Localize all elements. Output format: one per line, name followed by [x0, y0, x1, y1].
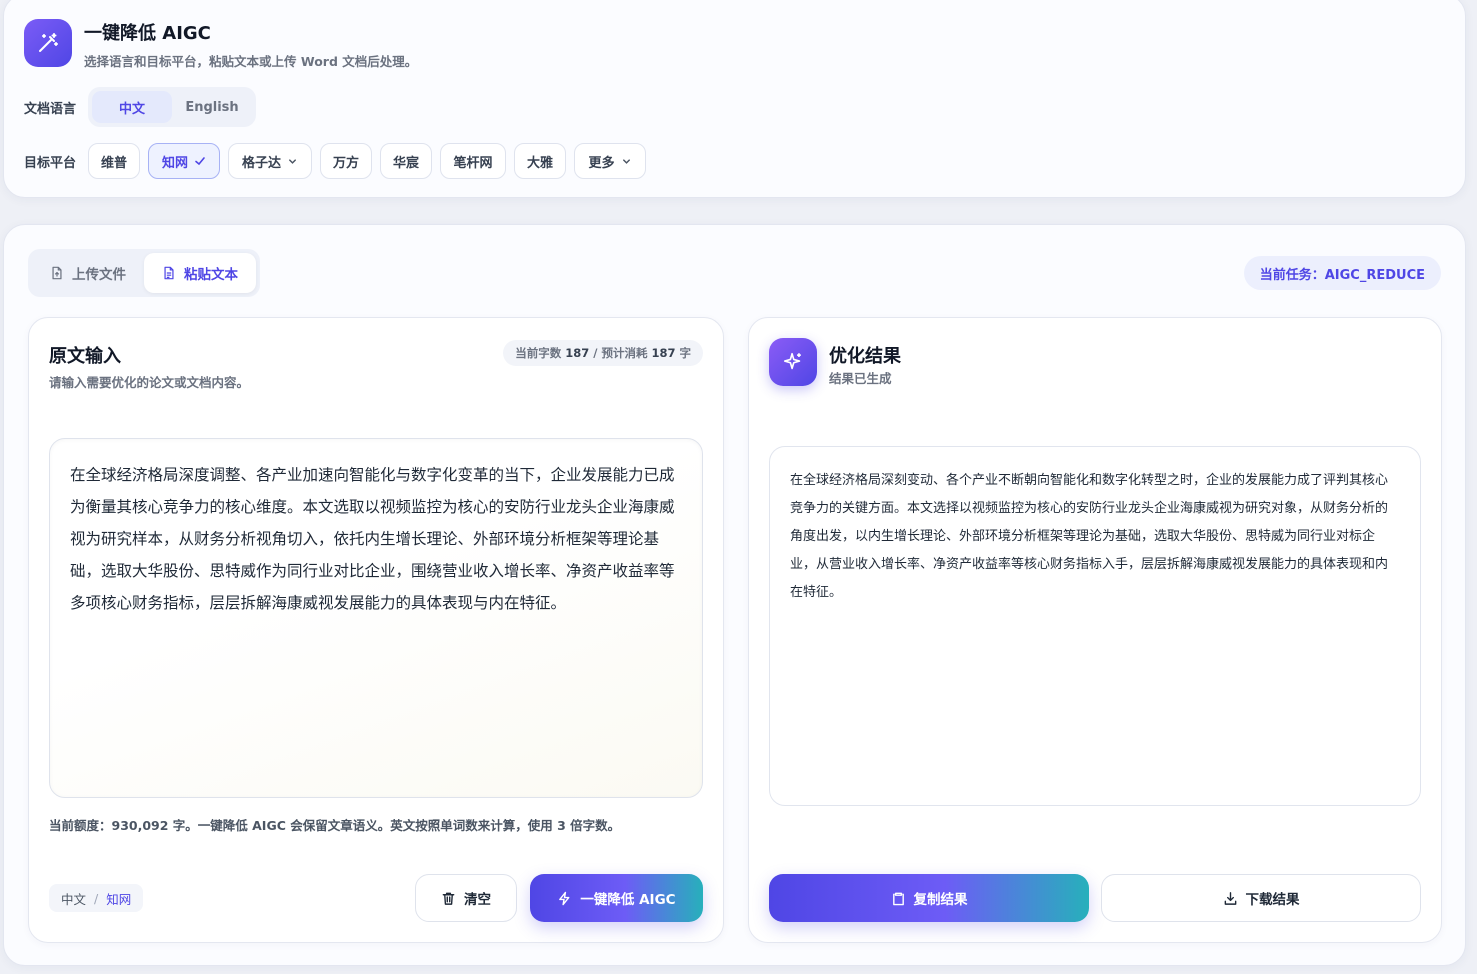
chip-label: 知网 [161, 155, 188, 171]
cost-unit: 字 [679, 346, 692, 360]
result-text-output[interactable]: 在全球经济格局深刻变动、各个产业不断朝向智能化和数字化转型之时，企业的发展能力成… [769, 446, 1421, 806]
cost-count: 187 [651, 346, 676, 360]
language-option-en[interactable]: English [172, 91, 252, 123]
crumb-platform: 知网 [106, 891, 132, 907]
tab-paste-text[interactable]: 粘贴文本 [144, 253, 256, 293]
current-task-badge: 当前任务：AIGC_REDUCE [1243, 256, 1441, 290]
lightning-icon [559, 891, 570, 905]
language-label: 文档语言 [24, 102, 77, 117]
language-segmented-control: 中文 English [88, 87, 256, 127]
tab-upload-file[interactable]: 上传文件 [32, 253, 144, 293]
tab-label: 上传文件 [72, 267, 126, 283]
chevron-down-icon [289, 158, 296, 164]
char-count: 187 [565, 346, 590, 360]
settings-card: 一键降低 AIGC 选择语言和目标平台，粘贴文本或上传 Word 文档后处理。 … [3, 0, 1466, 198]
copy-label: 复制结果 [913, 892, 968, 908]
chip-label: 维普 [100, 155, 127, 171]
reduce-aigc-button[interactable]: 一键降低 AIGC [530, 874, 703, 922]
source-tabs: 上传文件 粘贴文本 [28, 249, 260, 297]
platform-chip-more[interactable]: 更多 [574, 143, 646, 179]
chip-label: 华宸 [392, 155, 419, 171]
platform-chip-wanfang[interactable]: 万方 [320, 143, 372, 179]
workspace-card: 上传文件 粘贴文本 当前任务：AIGC_REDUCE 原文输入 请输入需要优化的… [3, 224, 1466, 966]
file-upload-icon [52, 266, 62, 280]
clipboard-icon [892, 892, 904, 905]
chip-label: 大雅 [526, 155, 553, 171]
platform-chip-cnki[interactable]: 知网 [148, 143, 220, 179]
count-prefix: 当前字数 [515, 346, 562, 360]
input-panel: 原文输入 请输入需要优化的论文或文档内容。 当前字数 187 / 预计消耗 18… [28, 317, 724, 943]
result-panel: 优化结果 结果已生成 在全球经济格局深刻变动、各个产业不断朝向智能化和数字化转型… [748, 317, 1442, 943]
clear-button[interactable]: 清空 [415, 874, 517, 922]
crumb-language: 中文 [61, 891, 87, 907]
platform-chip-bigan[interactable]: 笔杆网 [440, 143, 506, 179]
trash-icon [442, 892, 455, 905]
chevron-down-icon [622, 158, 630, 164]
clear-label: 清空 [464, 892, 491, 908]
chip-label: 万方 [332, 155, 359, 171]
download-label: 下载结果 [1245, 892, 1300, 908]
selection-breadcrumb: 中文 / 知网 [49, 884, 144, 912]
crumb-separator: / [94, 890, 99, 906]
input-panel-subtitle: 请输入需要优化的论文或文档内容。 [49, 375, 250, 390]
source-text-input[interactable]: 在全球经济格局深度调整、各产业加速向智能化与数字化变革的当下，企业发展能力已成为… [49, 438, 703, 798]
input-panel-title: 原文输入 [49, 346, 121, 367]
platform-chip-huachen[interactable]: 华宸 [380, 143, 432, 179]
quota-note: 当前额度：930,092 字。一键降低 AIGC 会保留文章语义。英文按照单词数… [49, 818, 621, 833]
download-result-button[interactable]: 下载结果 [1101, 874, 1421, 922]
language-option-zh[interactable]: 中文 [92, 91, 172, 123]
platform-chip-gezida[interactable]: 格子达 [228, 143, 312, 179]
app-subtitle: 选择语言和目标平台，粘贴文本或上传 Word 文档后处理。 [84, 54, 418, 69]
platform-chip-daya[interactable]: 大雅 [514, 143, 566, 179]
document-icon [164, 266, 174, 280]
platform-label: 目标平台 [24, 156, 77, 171]
chip-label: 格子达 [241, 155, 281, 171]
check-icon [195, 157, 205, 166]
word-count-badge: 当前字数 187 / 预计消耗 187 字 [503, 340, 703, 366]
download-icon [1224, 891, 1236, 905]
result-panel-title: 优化结果 [829, 346, 901, 367]
tab-label: 粘贴文本 [184, 267, 238, 283]
platform-chip-weipu[interactable]: 维普 [88, 143, 140, 179]
chip-label: 更多 [588, 155, 615, 171]
cost-prefix: / 预计消耗 [593, 346, 648, 360]
app-title: 一键降低 AIGC [84, 23, 211, 44]
reduce-label: 一键降低 AIGC [580, 892, 676, 908]
chip-label: 笔杆网 [453, 155, 493, 171]
sparkle-icon [769, 338, 817, 386]
magic-wand-icon [24, 19, 72, 67]
result-panel-subtitle: 结果已生成 [829, 371, 892, 386]
copy-result-button[interactable]: 复制结果 [769, 874, 1089, 922]
